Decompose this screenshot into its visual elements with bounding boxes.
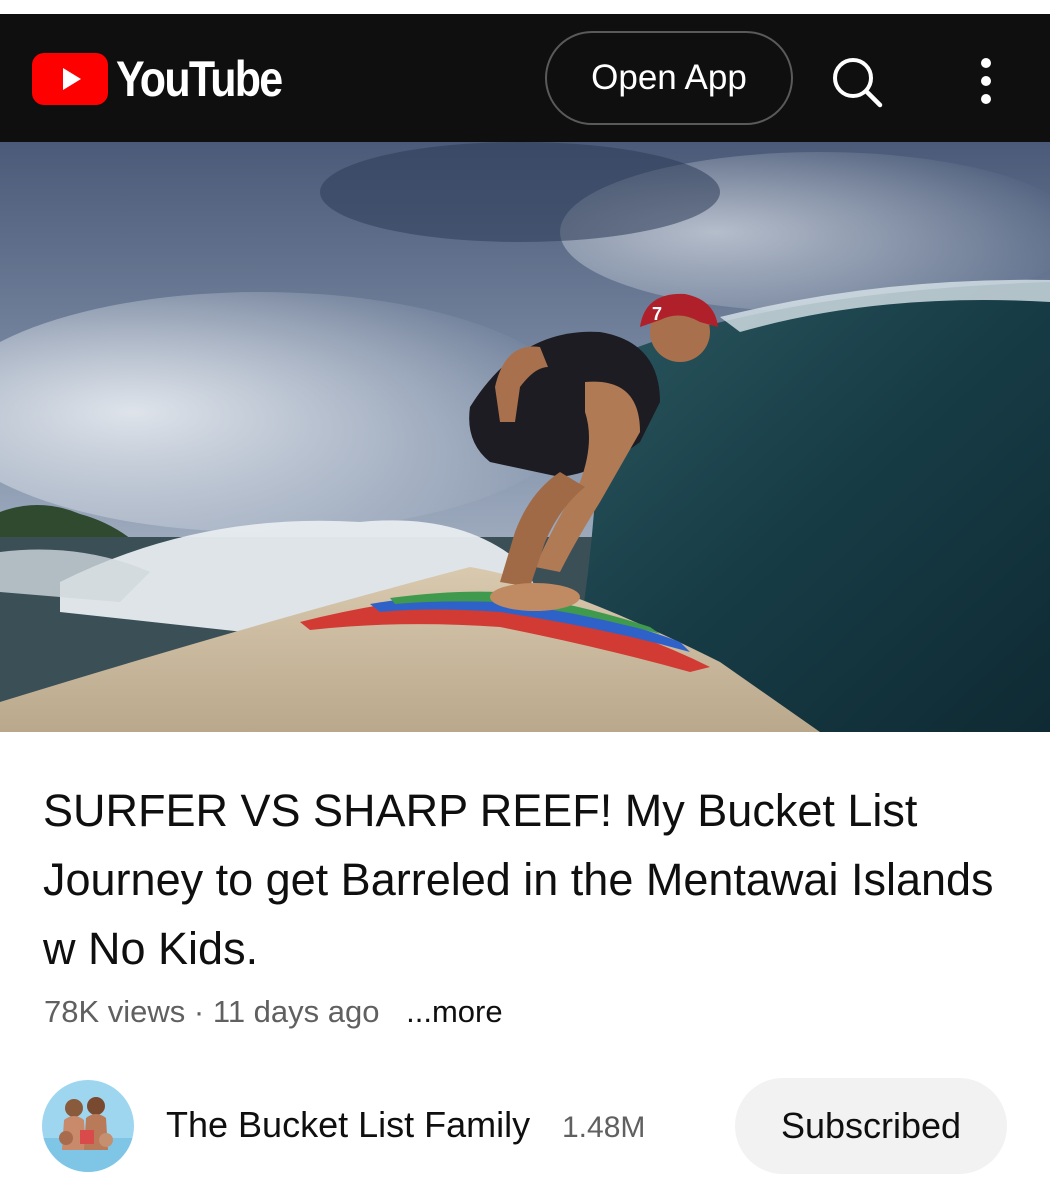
subscribed-button[interactable]: Subscribed [735,1078,1007,1174]
upload-age: 11 days ago [212,994,380,1029]
video-metadata: 78K views · 11 days ago ...more [44,994,503,1030]
youtube-logo[interactable]: YouTube [32,51,308,107]
view-count: 78K views [44,994,186,1029]
more-vertical-icon[interactable] [966,51,1006,111]
meta-separator: · [193,994,205,1029]
subscriber-count: 1.48M [562,1111,646,1144]
channel-name[interactable]: The Bucket List Family [166,1104,530,1146]
youtube-watch-page: YouTube Open App 7 SURFER VS SHARP REEF!… [0,0,1050,1200]
channel-avatar[interactable] [42,1080,134,1172]
surfer-thumbnail-image: 7 [0,142,1050,732]
video-title[interactable]: SURFER VS SHARP REEF! My Bucket List Jou… [43,776,1003,983]
video-player[interactable]: 7 [0,142,1050,732]
logo-wordmark: YouTube [116,51,283,107]
play-logo-icon [32,53,108,105]
open-app-button[interactable]: Open App [545,31,793,125]
search-icon[interactable] [826,51,886,111]
description-more-link[interactable]: ...more [406,994,502,1029]
svg-text:7: 7 [652,304,662,324]
top-app-bar: YouTube Open App [0,14,1050,142]
